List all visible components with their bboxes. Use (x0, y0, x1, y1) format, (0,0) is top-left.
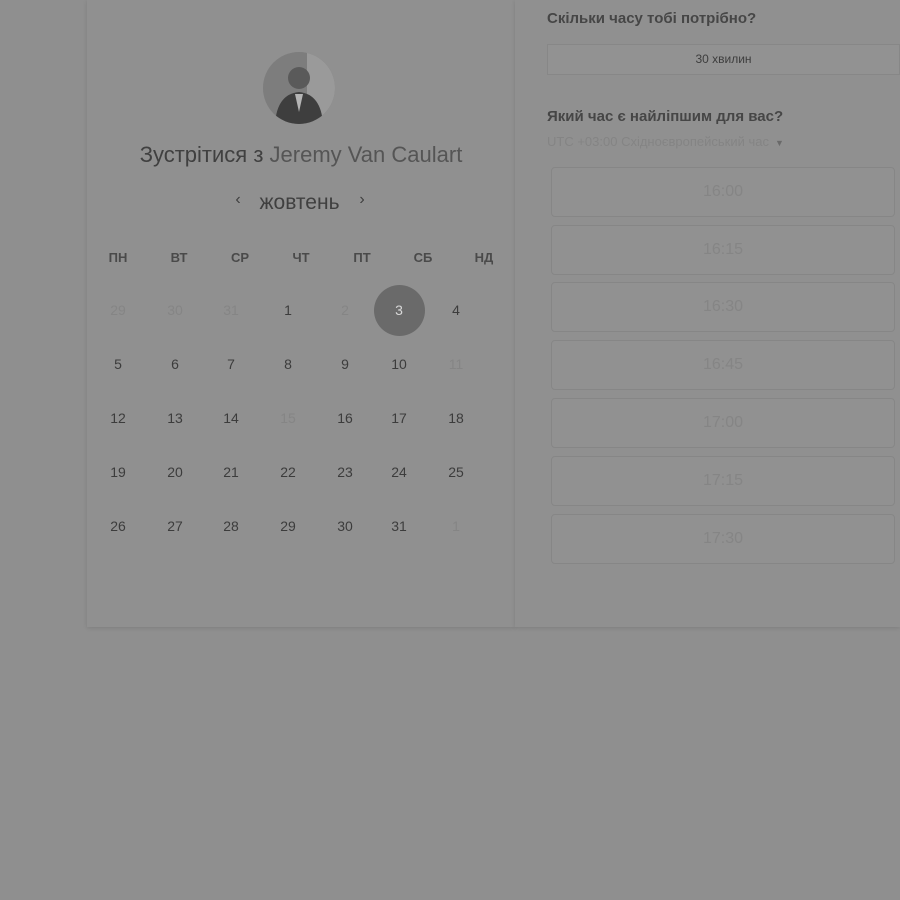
weekday-tue: ВТ (170, 250, 188, 265)
host-avatar (263, 52, 335, 124)
month-navigation: ‹ жовтень › (222, 188, 377, 218)
weekday-sat: СБ (413, 250, 433, 265)
calendar-day[interactable]: 14 (206, 408, 256, 428)
calendar-day[interactable]: 6 (150, 354, 200, 374)
calendar-day[interactable]: 5 (93, 354, 143, 374)
calendar-day: 11 (448, 356, 464, 372)
timezone-label: UTC +03:00 Східноєвропейський час (547, 134, 769, 149)
calendar-day[interactable]: 25 (431, 462, 481, 482)
calendar-day[interactable]: 21 (206, 462, 256, 482)
calendar-day[interactable]: 29 (263, 516, 313, 536)
host-name: Jeremy Van Caulart (269, 142, 463, 167)
calendar-day[interactable]: 9 (320, 354, 370, 374)
calendar-day[interactable]: 1 (263, 300, 313, 320)
calendar-day-selected[interactable]: 3 (374, 300, 424, 320)
calendar-day[interactable]: 26 (93, 516, 143, 536)
calendar-day[interactable]: 17 (374, 408, 424, 428)
time-slot-button[interactable]: 16:15 (551, 225, 895, 275)
calendar-day: 1 (452, 518, 460, 534)
calendar-day[interactable]: 12 (93, 408, 143, 428)
calendar-day[interactable]: 28 (206, 516, 256, 536)
calendar-day[interactable]: 31 (374, 516, 424, 536)
avatar-photo (263, 52, 335, 124)
calendar-day: 15 (280, 410, 296, 426)
calendar-day[interactable]: 18 (431, 408, 481, 428)
calendar-day[interactable]: 23 (320, 462, 370, 482)
weekday-wed: СР (230, 250, 250, 265)
calendar-day[interactable]: 13 (150, 408, 200, 428)
weekday-sun: НД (474, 250, 494, 265)
duration-select[interactable]: 30 хвилин (547, 44, 900, 75)
duration-question: Скільки часу тобі потрібно? (547, 10, 757, 27)
calendar-day[interactable]: 16 (320, 408, 370, 428)
timezone-select[interactable]: UTC +03:00 Східноєвропейський час ▼ (547, 134, 784, 149)
time-slot-button[interactable]: 16:00 (551, 167, 895, 217)
weekday-fri: ПТ (353, 250, 371, 265)
page-title: Зустрітися з Jeremy Van Caulart (87, 142, 515, 168)
calendar-day[interactable]: 20 (150, 462, 200, 482)
time-slot-button[interactable]: 17:30 (551, 514, 895, 564)
calendar-day[interactable]: 7 (206, 354, 256, 374)
calendar-day: 30 (167, 302, 183, 318)
calendar-day[interactable]: 10 (374, 354, 424, 374)
weekday-mon: ПН (108, 250, 128, 265)
calendar-day: 29 (110, 302, 126, 318)
caret-down-icon: ▼ (774, 138, 784, 148)
calendar-day[interactable]: 27 (150, 516, 200, 536)
time-slot-button[interactable]: 16:45 (551, 340, 895, 390)
calendar-day[interactable]: 30 (320, 516, 370, 536)
time-slot-button[interactable]: 16:30 (551, 282, 895, 332)
calendar-day: 2 (341, 302, 349, 318)
time-slot-button[interactable]: 17:15 (551, 456, 895, 506)
calendar-day[interactable]: 22 (263, 462, 313, 482)
calendar-day: 31 (223, 302, 239, 318)
calendar-day[interactable]: 4 (431, 300, 481, 320)
time-slot-button[interactable]: 17:00 (551, 398, 895, 448)
calendar-day[interactable]: 24 (374, 462, 424, 482)
title-prefix: Зустрітися з (139, 142, 264, 167)
calendar-day[interactable]: 8 (263, 354, 313, 374)
chevron-right-icon[interactable]: › (354, 192, 370, 208)
time-question: Який час є найліпшим для вас? (547, 108, 784, 125)
calendar-day[interactable]: 19 (93, 462, 143, 482)
weekday-thu: ЧТ (292, 250, 310, 265)
